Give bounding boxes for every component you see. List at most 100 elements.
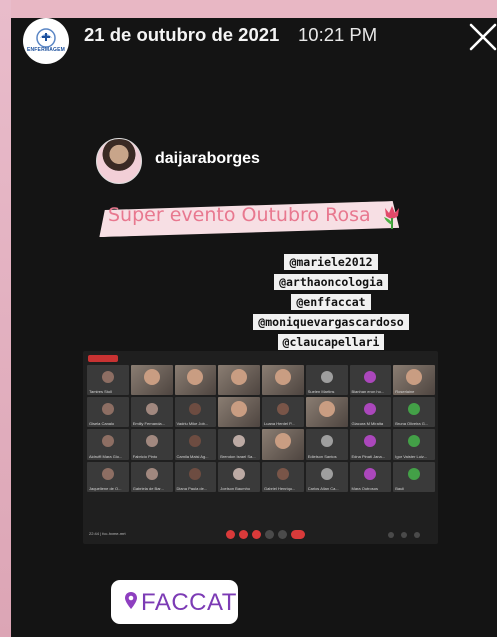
participant-name: Igor Vaister Luiz... bbox=[395, 453, 428, 459]
participant-avatar bbox=[364, 467, 377, 480]
participant-tile: Luana Herdel P... bbox=[262, 397, 304, 428]
participant-name: Edna Pinati Jana... bbox=[351, 453, 386, 459]
participant-name: Gabriel Henriqu... bbox=[264, 485, 296, 491]
participant-name: Carlos Allan Ca... bbox=[307, 485, 339, 491]
story-header: ENFERMAGEM 21 de outubro de 2021 10:21 P… bbox=[11, 18, 497, 68]
participant-tile: Camila Maisi Ag... bbox=[174, 429, 217, 460]
participant-avatar bbox=[231, 401, 248, 418]
profile-avatar[interactable] bbox=[96, 138, 142, 184]
participant-tile: Fabricio Pinto bbox=[130, 429, 173, 460]
participant-name: Fabricio Pinto bbox=[132, 453, 158, 459]
participant-tile: Aidruffi Mara Gio... bbox=[87, 429, 129, 460]
participant-tile: Carlos Allan Ca... bbox=[305, 461, 348, 492]
participant-name: Camila Maisi Ag... bbox=[176, 453, 209, 459]
participant-tile: Gabriel Henriqu... bbox=[262, 461, 304, 492]
chat-icon bbox=[414, 532, 420, 538]
participant-name: Giacura M Miralta bbox=[351, 421, 384, 427]
participant-tile: Bianhan eron ho... bbox=[349, 365, 392, 396]
participant-tile: Roserlaine bbox=[393, 365, 435, 396]
participant-name: Diana Paula de... bbox=[176, 485, 208, 491]
participant-tile: Joelson Baumho bbox=[218, 461, 260, 492]
participant-avatar bbox=[189, 435, 202, 448]
participant-tile: Jaqueliene de O... bbox=[87, 461, 129, 492]
participant-name: Suelen Martins bbox=[307, 389, 335, 395]
story-viewer: ENFERMAGEM 21 de outubro de 2021 10:21 P… bbox=[11, 18, 497, 637]
close-icon[interactable] bbox=[468, 22, 497, 52]
participant-avatar bbox=[101, 403, 114, 416]
participant-avatar bbox=[406, 369, 423, 386]
mic-icon bbox=[226, 530, 235, 539]
account-avatar[interactable]: ENFERMAGEM bbox=[25, 20, 67, 62]
participant-avatar bbox=[364, 371, 377, 384]
participant-tile bbox=[218, 397, 260, 428]
mention-tag[interactable]: @mariele2012 bbox=[284, 254, 378, 270]
participant-avatar bbox=[101, 435, 114, 448]
participant-avatar bbox=[320, 371, 333, 384]
participant-tile bbox=[130, 365, 173, 396]
participant-name: Bauli bbox=[395, 485, 405, 491]
participant-tile: Bruna Oliveira G... bbox=[393, 397, 435, 428]
participant-avatar bbox=[408, 403, 421, 416]
participant-name: Mara Outrosos bbox=[351, 485, 378, 491]
present-icon bbox=[265, 530, 274, 539]
participant-name: Brendon Israel Sa... bbox=[220, 453, 256, 459]
participant-tile: Brendon Israel Sa... bbox=[218, 429, 260, 460]
participant-tile: Gabriela de Bar... bbox=[130, 461, 173, 492]
participant-tile: Igor Vaister Luiz... bbox=[393, 429, 435, 460]
camera-icon bbox=[239, 530, 248, 539]
participant-avatar bbox=[274, 369, 291, 386]
background-edge bbox=[0, 0, 11, 637]
profile-username[interactable]: daijaraborges bbox=[155, 150, 260, 168]
mention-tag[interactable]: @arthaoncologia bbox=[274, 274, 388, 290]
participant-avatar bbox=[364, 403, 377, 416]
participant-tile: Bauli bbox=[393, 461, 435, 492]
participant-tile: Mara Outrosos bbox=[349, 461, 392, 492]
participant-avatar bbox=[408, 467, 421, 480]
participant-avatar bbox=[143, 369, 160, 386]
participant-avatar bbox=[233, 467, 246, 480]
story-time: 10:21 PM bbox=[298, 24, 378, 45]
location-label: FACCAT bbox=[141, 589, 237, 616]
location-sticker[interactable]: FACCAT bbox=[111, 580, 238, 624]
participant-name: Bianhan eron ho... bbox=[351, 389, 385, 395]
participant-tile: Vadriu Mike Job... bbox=[174, 397, 217, 428]
story-date: 21 de outubro de 2021 bbox=[84, 24, 280, 45]
participant-name: Bruna Oliveira G... bbox=[395, 421, 429, 427]
participant-avatar bbox=[101, 467, 114, 480]
participant-tile: Edielson Santos bbox=[305, 429, 348, 460]
participant-tile: Giacura M Miralta bbox=[349, 397, 392, 428]
participant-avatar bbox=[189, 467, 202, 480]
video-call-screenshot: Tamires Stoll Suelen Martins Bianhan eron … bbox=[83, 351, 438, 544]
mention-list: @mariele2012 @arthaoncologia @enffaccat @mo… bbox=[211, 254, 451, 350]
participant-avatar bbox=[145, 403, 158, 416]
more-icon bbox=[278, 530, 287, 539]
mention-tag[interactable]: @claucapellari bbox=[277, 334, 385, 350]
participant-tile: Emilly Fernanda... bbox=[130, 397, 173, 428]
participant-avatar bbox=[276, 403, 289, 416]
participant-tile: Suelen Martins bbox=[305, 365, 348, 396]
banner-text: Super evento Outubro Rosa bbox=[108, 204, 371, 226]
participant-avatar bbox=[320, 435, 333, 448]
participant-name: Emilly Fernanda... bbox=[132, 421, 165, 427]
participant-avatar bbox=[318, 401, 335, 418]
participant-tile bbox=[262, 429, 304, 460]
end-call-icon bbox=[291, 530, 305, 539]
participant-tile bbox=[305, 397, 348, 428]
participant-name: Roserlaine bbox=[395, 389, 415, 395]
participant-tile: Gisela Canalo bbox=[87, 397, 129, 428]
mention-tag[interactable]: @moniquevargascardoso bbox=[253, 314, 409, 330]
participant-avatar bbox=[101, 371, 114, 384]
participant-tile bbox=[218, 365, 260, 396]
participant-tile bbox=[174, 365, 217, 396]
call-info: 22:44 | fcc-hxme-mrt bbox=[89, 531, 126, 536]
participant-tile bbox=[262, 365, 304, 396]
participant-tile: Diana Paula de... bbox=[174, 461, 217, 492]
participant-name: Luana Herdel P... bbox=[264, 421, 295, 427]
tulip-icon bbox=[384, 206, 399, 229]
participant-avatar bbox=[187, 369, 204, 386]
call-toolbar: 22:44 | fcc-hxme-mrt bbox=[83, 526, 438, 544]
participant-avatar bbox=[189, 403, 202, 416]
mention-tag[interactable]: @enffaccat bbox=[291, 294, 371, 310]
participant-tile: Tamires Stoll bbox=[87, 365, 129, 396]
participant-name: Edielson Santos bbox=[307, 453, 337, 459]
